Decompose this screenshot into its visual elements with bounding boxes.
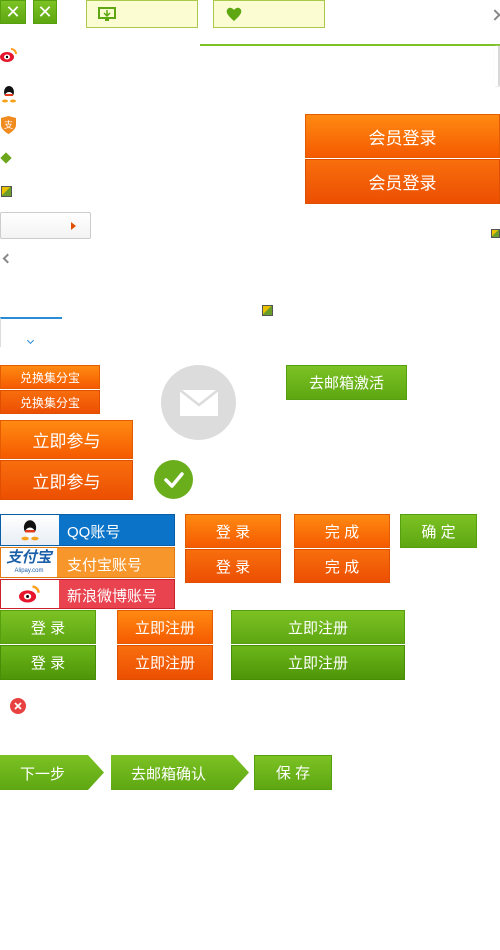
chevron-right-icon: [489, 9, 500, 21]
svg-text:支: 支: [4, 119, 13, 131]
confirm-button[interactable]: 确 定: [400, 514, 477, 548]
save-button[interactable]: 保 存: [254, 755, 332, 790]
register-label: 立即注册: [287, 619, 348, 637]
done-button[interactable]: 完 成: [294, 514, 390, 548]
register-label: 立即注册: [134, 619, 195, 637]
register-orange-button[interactable]: 立即注册: [117, 610, 213, 644]
alipay-shield-icon: 支: [0, 116, 17, 134]
weibo-icon: [0, 46, 18, 64]
green-login-button-hover[interactable]: 登 录: [0, 645, 96, 680]
go-to-mailbox-activate-button[interactable]: 去邮箱激活: [286, 365, 407, 400]
exchange-label: 兑换集分宝: [19, 370, 80, 385]
member-login-button[interactable]: 会员登录: [305, 114, 500, 158]
alipay-account-label: 支付宝账号: [67, 557, 143, 574]
caret-right-icon: [71, 222, 76, 230]
login-button-hover[interactable]: 登 录: [185, 549, 281, 583]
done-label: 完 成: [324, 523, 360, 541]
exchange-label: 兑换集分宝: [19, 395, 80, 410]
next-step-label: 下一步: [20, 766, 66, 783]
exchange-jifenbao-button[interactable]: 兑换集分宝: [0, 365, 100, 389]
exchange-jifenbao-button-hover[interactable]: 兑换集分宝: [0, 390, 100, 414]
screen-tab-button[interactable]: [86, 0, 198, 28]
join-label: 立即参与: [32, 472, 101, 492]
check-circle-icon: [154, 460, 193, 499]
login-label: 登 录: [30, 655, 66, 672]
alipay-logo: 支付宝 Alipay.com: [1, 548, 57, 577]
done-label: 完 成: [324, 558, 360, 576]
join-label: 立即参与: [32, 432, 101, 451]
weibo-account-label: 新浪微博账号: [67, 588, 158, 605]
qq-icon: [1, 515, 59, 545]
activate-label: 去邮箱激活: [308, 375, 384, 392]
member-login-label: 会员登录: [368, 128, 437, 148]
weibo-icon: [1, 580, 59, 608]
alipay-account-button[interactable]: 支付宝 Alipay.com 支付宝账号: [0, 547, 175, 578]
chevron-down-icon: [26, 336, 35, 345]
done-button-hover[interactable]: 完 成: [294, 549, 390, 583]
register-label: 立即注册: [287, 655, 348, 672]
qq-icon: [0, 85, 18, 103]
weibo-account-button[interactable]: 新浪微博账号: [0, 579, 175, 609]
favorite-tab-button[interactable]: [213, 0, 325, 28]
qq-account-label: QQ账号: [67, 524, 121, 541]
register-orange-button-hover[interactable]: 立即注册: [117, 645, 213, 680]
close-icon: ✕: [37, 1, 53, 22]
select-field[interactable]: [0, 317, 62, 347]
login-label: 登 录: [30, 619, 66, 637]
chevron-left-icon[interactable]: [2, 253, 13, 264]
mail-icon: [161, 365, 236, 440]
member-login-button-hover[interactable]: 会员登录: [305, 159, 500, 204]
monitor-icon: [98, 7, 116, 21]
qq-account-button[interactable]: QQ账号: [0, 514, 175, 546]
register-label: 立即注册: [134, 655, 195, 672]
login-label: 登 录: [215, 558, 251, 576]
error-close-icon[interactable]: [10, 698, 26, 714]
confirm-label: 确 定: [421, 523, 456, 541]
next-step-button[interactable]: 下一步: [0, 755, 104, 790]
dropdown-button[interactable]: [0, 212, 91, 239]
right-panel-edge: [494, 46, 500, 86]
register-green-button-hover[interactable]: 立即注册: [231, 645, 405, 680]
green-divider: [200, 44, 500, 46]
login-label: 登 录: [215, 523, 251, 541]
email-confirm-label: 去邮箱确认: [131, 766, 207, 783]
join-now-button[interactable]: 立即参与: [0, 420, 133, 459]
image-placeholder-icon: [1, 186, 12, 197]
join-now-button-hover[interactable]: 立即参与: [0, 460, 133, 500]
diamond-icon: [0, 152, 12, 164]
image-placeholder-icon: [262, 305, 273, 316]
close-icon: ✕: [5, 1, 21, 22]
close-tile-2[interactable]: ✕: [33, 0, 57, 24]
close-tile-1[interactable]: ✕: [0, 0, 26, 24]
green-login-button[interactable]: 登 录: [0, 610, 96, 644]
image-placeholder-icon: [491, 229, 500, 238]
member-login-label: 会员登录: [368, 174, 437, 193]
register-green-button[interactable]: 立即注册: [231, 610, 405, 644]
save-label: 保 存: [275, 765, 311, 782]
login-button[interactable]: 登 录: [185, 514, 281, 548]
heart-icon: [226, 7, 242, 21]
go-to-mailbox-confirm-button[interactable]: 去邮箱确认: [111, 755, 249, 790]
